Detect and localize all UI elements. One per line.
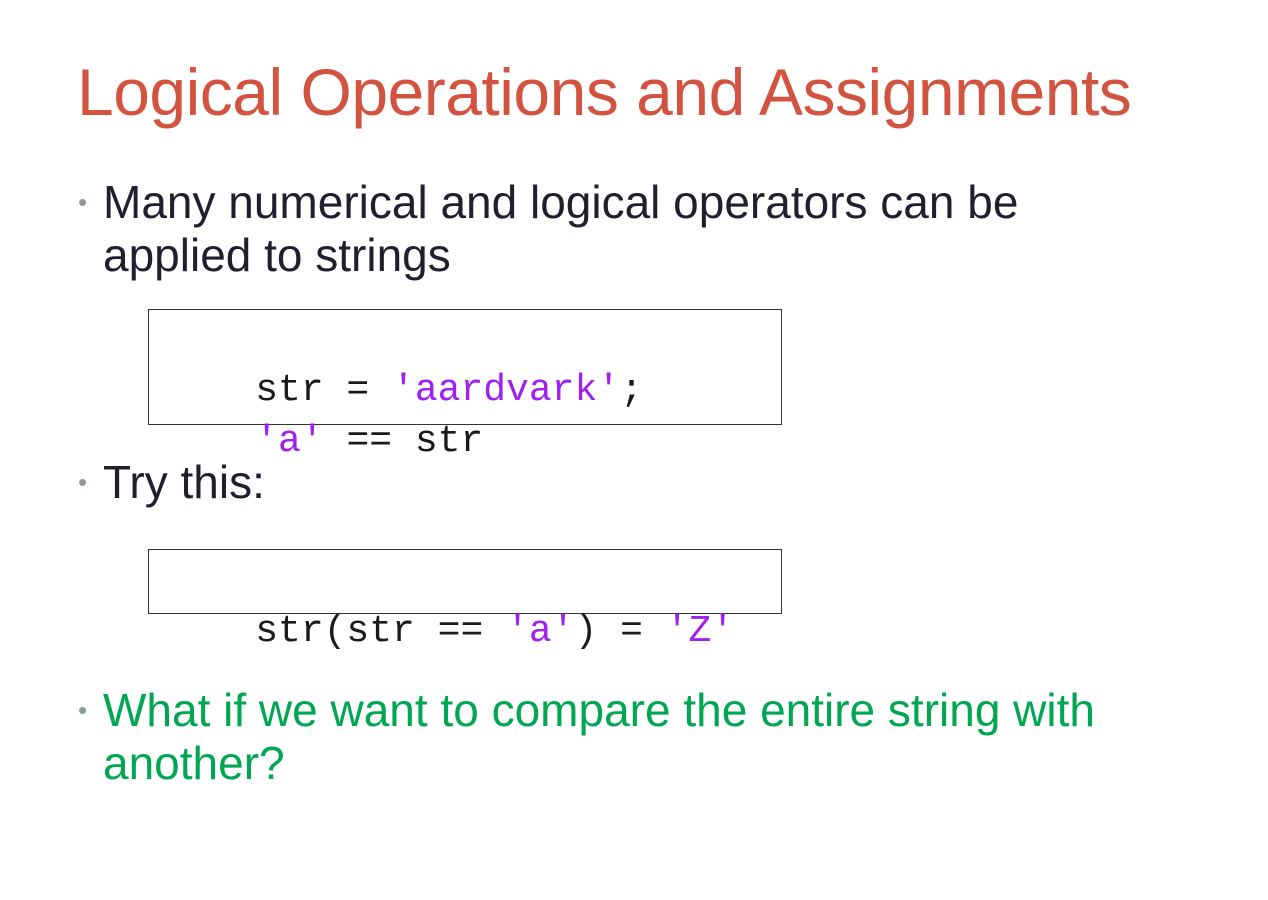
bullet-text-line: Try this: xyxy=(103,456,265,508)
code-block-aardvark: str = 'aardvark'; 'a' == str xyxy=(148,309,782,463)
bullet-dot-icon: • xyxy=(78,187,88,217)
code-line: str(str == 'a') = 'Z' xyxy=(164,557,734,653)
code-token: == str xyxy=(323,420,484,463)
bullet-text: What if we want to compare the entire st… xyxy=(103,684,1095,790)
code-line: 'a' == str xyxy=(164,367,483,463)
string-literal: 'a' xyxy=(255,420,324,463)
bullet-dot-icon: • xyxy=(78,695,88,725)
string-literal: 'a' xyxy=(506,610,575,653)
bullet-text-line: What if we want to compare the entire st… xyxy=(103,684,1095,736)
bullet-text-line: another? xyxy=(103,737,285,789)
bullet-text: Try this: xyxy=(103,456,265,509)
code-token: ) = xyxy=(574,610,666,653)
string-literal: 'Z' xyxy=(665,610,735,653)
bullet-dot-icon: • xyxy=(78,467,88,497)
code-token: ; xyxy=(620,369,643,412)
slide-title: Logical Operations and Assignments xyxy=(77,55,1132,129)
bullet-text-line: Many numerical and logical operators can… xyxy=(103,176,1019,228)
bullet-text-line: applied to strings xyxy=(103,229,451,281)
code-token: str(str == xyxy=(255,610,507,653)
bullet-text: Many numerical and logical operators can… xyxy=(103,176,1018,282)
code-block-assignment: str(str == 'a') = 'Z' xyxy=(148,549,782,653)
code-line: str = 'aardvark'; xyxy=(164,316,643,412)
